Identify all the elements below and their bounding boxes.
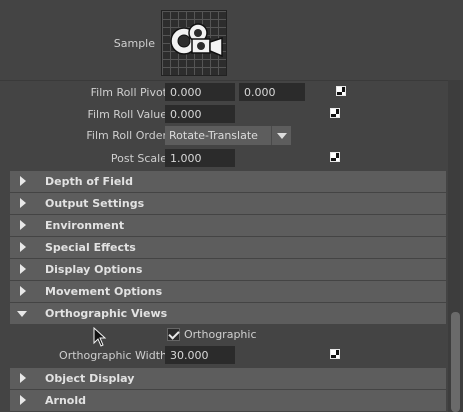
section-special-effects[interactable]: Special Effects [10, 237, 446, 258]
expand-arrow-icon [20, 176, 26, 186]
map-button-icon[interactable] [336, 86, 346, 96]
orthographic-width-field[interactable]: 30.000 [165, 346, 235, 364]
section-depth-of-field[interactable]: Depth of Field [10, 171, 446, 192]
section-label: Environment [45, 219, 125, 232]
expand-arrow-icon [20, 286, 26, 296]
scrollbar-thumb[interactable] [451, 312, 460, 412]
section-label: Depth of Field [45, 175, 133, 188]
film-roll-order-dropdown[interactable]: Rotate-Translate [165, 126, 291, 145]
orthographic-width-label: Orthographic Width [59, 349, 167, 362]
post-scale-row: Post Scale 1.000 [10, 149, 446, 169]
section-label: Display Options [45, 263, 143, 276]
chevron-down-icon[interactable] [271, 126, 291, 145]
film-roll-pivot-label: Film Roll Pivot [90, 86, 167, 99]
section-label: Movement Options [45, 285, 163, 298]
expand-arrow-icon [20, 242, 26, 252]
film-roll-order-value: Rotate-Translate [169, 129, 258, 142]
section-orthographic-views[interactable]: Orthographic Views [10, 303, 446, 324]
sample-swatch-icon[interactable] [161, 10, 227, 76]
section-label: Special Effects [45, 241, 136, 254]
attribute-panel: Film Roll Pivot 0.000 0.000 Film Roll Va… [10, 81, 446, 412]
expand-arrow-icon [20, 198, 26, 208]
section-object-display[interactable]: Object Display [10, 368, 446, 389]
film-roll-order-row: Film Roll Order Rotate-Translate [10, 126, 446, 146]
section-label: Object Display [45, 372, 135, 385]
section-label: Arnold [45, 394, 86, 407]
map-button-icon[interactable] [330, 152, 340, 162]
film-roll-value-label: Film Roll Value [87, 108, 167, 121]
collapse-arrow-icon [17, 311, 27, 317]
section-label: Orthographic Views [45, 307, 168, 320]
mouse-cursor-icon [93, 327, 107, 347]
expand-arrow-icon [20, 373, 26, 383]
section-output-settings[interactable]: Output Settings [10, 193, 446, 214]
film-roll-pivot-x-field[interactable]: 0.000 [165, 83, 235, 101]
section-movement-options[interactable]: Movement Options [10, 281, 446, 302]
post-scale-field[interactable]: 1.000 [165, 149, 235, 167]
sample-area: Sample [0, 0, 463, 80]
expand-arrow-icon [20, 395, 26, 405]
expand-arrow-icon [20, 220, 26, 230]
sample-label: Sample [113, 37, 155, 50]
film-roll-pivot-row: Film Roll Pivot 0.000 0.000 [10, 83, 446, 103]
film-roll-order-label: Film Roll Order [86, 129, 167, 142]
map-button-icon[interactable] [330, 349, 340, 359]
post-scale-label: Post Scale [110, 152, 167, 165]
film-roll-pivot-y-field[interactable]: 0.000 [239, 83, 305, 101]
orthographic-row: Orthographic [10, 326, 446, 346]
section-arnold[interactable]: Arnold [10, 390, 446, 411]
expand-arrow-icon [20, 264, 26, 274]
section-label: Output Settings [45, 197, 145, 210]
film-roll-value-row: Film Roll Value 0.000 [10, 105, 446, 125]
map-button-icon[interactable] [330, 108, 340, 118]
section-display-options[interactable]: Display Options [10, 259, 446, 280]
film-roll-value-field[interactable]: 0.000 [165, 105, 235, 123]
orthographic-checkbox[interactable] [167, 328, 180, 341]
orthographic-checkbox-label[interactable]: Orthographic [184, 328, 257, 341]
section-environment[interactable]: Environment [10, 215, 446, 236]
orthographic-width-row: Orthographic Width 30.000 [10, 346, 446, 366]
